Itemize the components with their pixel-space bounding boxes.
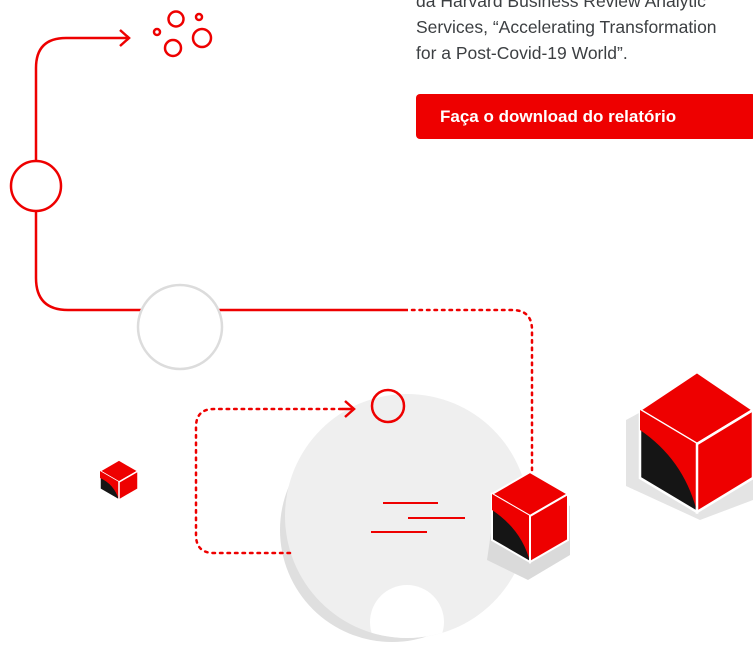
outline-circle-gray <box>136 283 224 371</box>
small-inner-circle <box>370 585 444 638</box>
outline-circle-left <box>9 159 63 213</box>
download-report-button[interactable]: Faça o download do relatório <box>416 94 753 139</box>
flow-line-top <box>34 36 128 160</box>
description-line: for a Post-Covid-19 World”. <box>416 43 628 63</box>
description-line: Services, “Accelerating Transformation <box>416 17 717 37</box>
cube-icon <box>626 370 753 520</box>
report-description: da Harvard Business Review Analytic Serv… <box>416 0 753 66</box>
flow-line-bottom <box>34 212 408 312</box>
description-line: da Harvard Business Review Analytic <box>416 0 706 11</box>
bubbles-icon <box>152 10 213 58</box>
cube-icon <box>98 459 140 502</box>
